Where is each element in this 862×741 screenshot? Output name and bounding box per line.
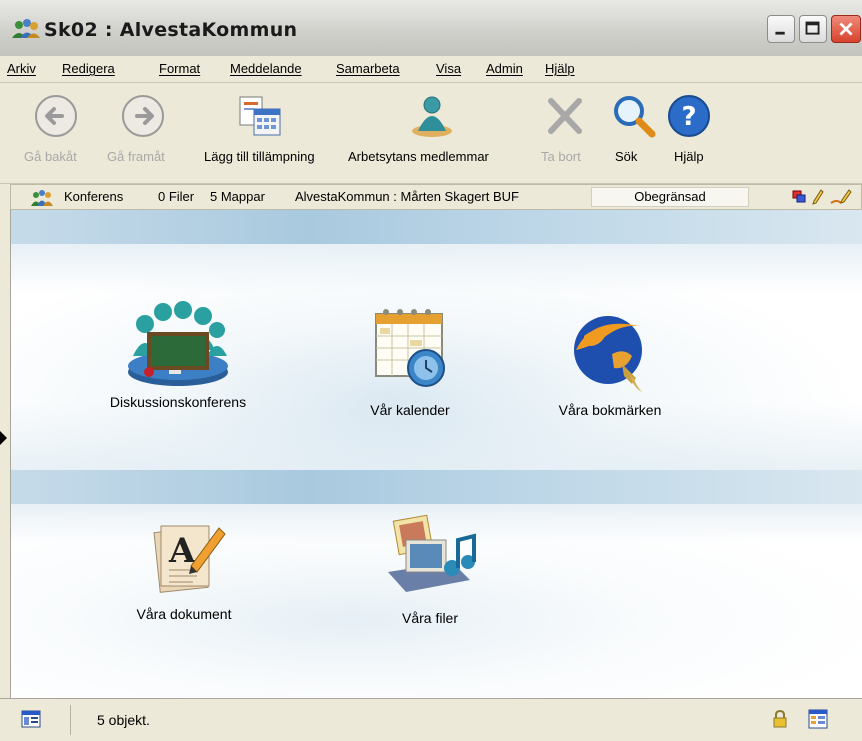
status-separator bbox=[70, 705, 71, 735]
bookmarks-globe-icon bbox=[574, 316, 642, 392]
back-arrow-icon bbox=[35, 95, 77, 137]
help-icon: ? bbox=[668, 95, 710, 137]
app-discussion-conference[interactable]: Diskussionskonferens bbox=[88, 294, 268, 410]
app-calendar[interactable]: Vår kalender bbox=[335, 302, 485, 418]
expand-pane-arrow-icon[interactable] bbox=[0, 431, 7, 445]
app-label-discussion-conference: Diskussionskonferens bbox=[109, 394, 247, 410]
app-label-bookmarks: Våra bokmärken bbox=[558, 402, 662, 418]
menu-meddelande[interactable]: Meddelande bbox=[230, 61, 302, 76]
workspace-location: AlvestaKommun : Mårten Skagert BUF bbox=[295, 189, 519, 204]
workspace-people-icon bbox=[12, 19, 40, 38]
app-label-calendar: Vår kalender bbox=[370, 402, 450, 418]
search-icon bbox=[614, 96, 656, 138]
close-button[interactable] bbox=[831, 15, 861, 43]
help-button[interactable]: ? Hjälp bbox=[664, 83, 714, 183]
toggle-navigation-pane-icon[interactable] bbox=[21, 709, 41, 729]
forward-button[interactable]: Gå framåt bbox=[105, 83, 189, 183]
pencil-icon[interactable] bbox=[812, 189, 824, 205]
members-label: Arbetsytans medlemmar bbox=[348, 149, 489, 164]
search-button[interactable]: Sök bbox=[609, 83, 659, 183]
access-level: Obegränsad bbox=[591, 187, 749, 207]
window-title: Sk02 : AlvestaKommun bbox=[44, 19, 298, 41]
file-count: 0 Filer bbox=[158, 189, 195, 204]
app-bookmarks[interactable]: Våra bokmärken bbox=[535, 306, 685, 418]
edit-pen-icon[interactable] bbox=[829, 189, 853, 205]
menu-visa[interactable]: Visa bbox=[436, 61, 461, 76]
add-application-label: Lägg till tillämpning bbox=[204, 149, 315, 164]
lock-icon bbox=[773, 709, 787, 728]
workspace-member-icon bbox=[412, 96, 452, 137]
files-icon bbox=[388, 514, 476, 592]
add-application-icon bbox=[239, 96, 281, 136]
menu-hjalp[interactable]: Hjälp bbox=[545, 61, 575, 76]
title-bar[interactable]: Sk02 : AlvestaKommun bbox=[0, 0, 862, 57]
menu-bar: Arkiv Redigera Format Meddelande Samarbe… bbox=[0, 56, 862, 83]
conference-people-icon bbox=[31, 190, 53, 206]
menu-admin[interactable]: Admin bbox=[486, 61, 523, 76]
workspace-list-icon[interactable] bbox=[808, 709, 828, 729]
svg-text:?: ? bbox=[681, 102, 696, 132]
maximize-icon bbox=[805, 21, 820, 35]
documents-icon: A bbox=[153, 525, 226, 593]
delete-x-icon bbox=[548, 98, 582, 134]
discussion-conference-icon bbox=[128, 301, 228, 386]
toolbar: Gå bakåt Gå framåt Lägg till tillämpning bbox=[0, 83, 862, 184]
menu-arkiv[interactable]: Arkiv bbox=[7, 61, 36, 76]
workspace-content: Diskussionskonferens Vår kalender Våra b… bbox=[11, 210, 862, 698]
separator-band-top bbox=[11, 210, 862, 244]
separator-band-middle bbox=[11, 470, 862, 504]
app-documents[interactable]: A Våra dokument bbox=[109, 516, 259, 622]
forward-label: Gå framåt bbox=[107, 149, 165, 164]
help-label: Hjälp bbox=[674, 149, 704, 164]
folder-count: 5 Mappar bbox=[210, 189, 265, 204]
close-icon bbox=[839, 22, 853, 36]
members-button[interactable]: Arbetsytans medlemmar bbox=[348, 83, 528, 183]
object-count: 5 objekt. bbox=[97, 712, 150, 728]
workspace-info-bar: Konferens 0 Filer 5 Mappar AlvestaKommun… bbox=[10, 184, 862, 210]
search-label: Sök bbox=[615, 149, 638, 164]
delete-button[interactable]: Ta bort bbox=[537, 83, 593, 183]
minimize-button[interactable] bbox=[767, 15, 795, 43]
app-label-documents: Våra dokument bbox=[136, 606, 232, 622]
maximize-button[interactable] bbox=[799, 15, 827, 43]
status-bar: 5 objekt. bbox=[0, 698, 862, 741]
windows-icon[interactable] bbox=[792, 190, 806, 204]
menu-redigera[interactable]: Redigera bbox=[62, 61, 115, 76]
minimize-icon bbox=[775, 31, 785, 35]
app-files[interactable]: Våra filer bbox=[365, 510, 495, 626]
workspace-type: Konferens bbox=[64, 189, 124, 204]
menu-samarbeta[interactable]: Samarbeta bbox=[336, 61, 400, 76]
menu-format[interactable]: Format bbox=[159, 61, 200, 76]
back-label: Gå bakåt bbox=[24, 149, 77, 164]
delete-label: Ta bort bbox=[541, 149, 581, 164]
app-label-files: Våra filer bbox=[401, 610, 459, 626]
forward-arrow-icon bbox=[122, 95, 164, 137]
application-window: Sk02 : AlvestaKommun Arkiv Redigera Form… bbox=[0, 0, 862, 741]
add-application-button[interactable]: Lägg till tillämpning bbox=[204, 83, 344, 183]
calendar-icon bbox=[375, 309, 445, 387]
back-button[interactable]: Gå bakåt bbox=[20, 83, 92, 183]
